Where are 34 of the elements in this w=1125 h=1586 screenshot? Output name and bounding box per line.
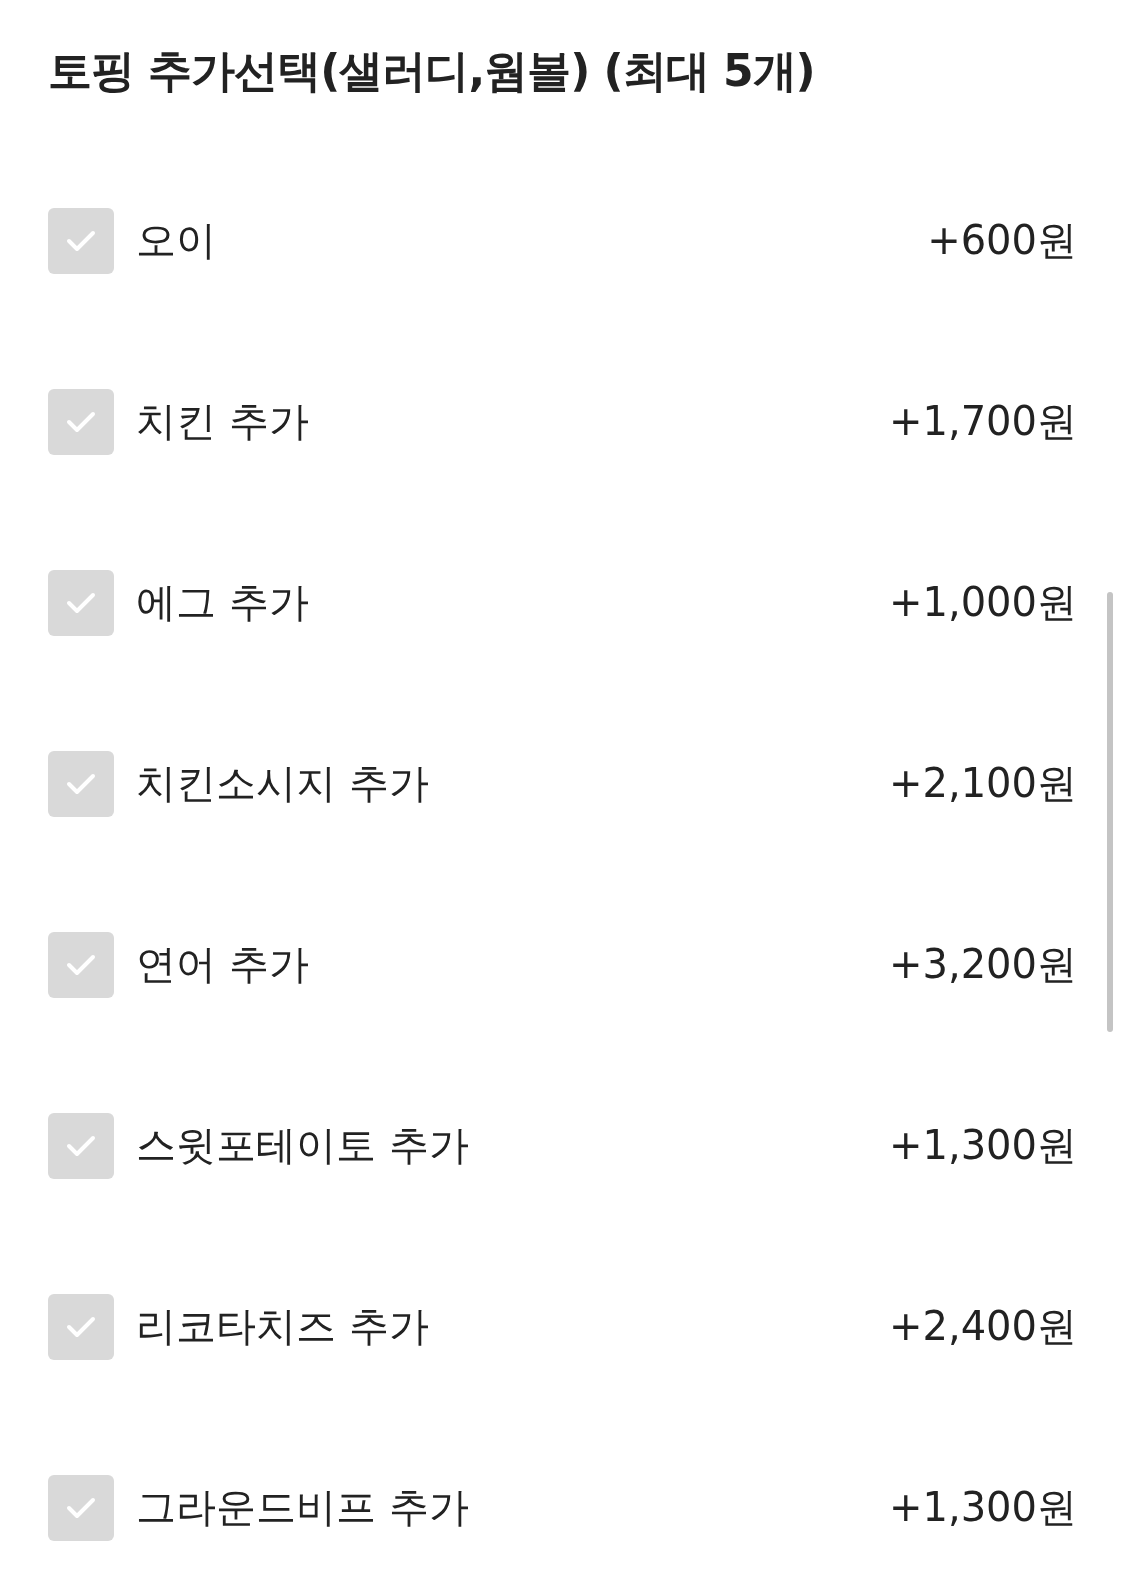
option-price: +1,700원: [888, 397, 1077, 446]
option-price: +3,200원: [888, 940, 1077, 989]
checkbox[interactable]: [48, 931, 114, 998]
checkbox[interactable]: [48, 207, 114, 274]
option-price: +1,300원: [888, 1483, 1077, 1532]
checkbox[interactable]: [48, 750, 114, 817]
option-label: 오이: [136, 216, 217, 265]
check-icon: [65, 1133, 97, 1158]
check-icon: [65, 409, 97, 434]
option-price: +600원: [927, 216, 1077, 265]
option-label: 그라운드비프 추가: [136, 1483, 470, 1532]
option-label: 연어 추가: [136, 940, 310, 989]
check-icon: [65, 590, 97, 615]
option-price: +2,400원: [888, 1302, 1077, 1351]
option-price: +2,100원: [888, 759, 1077, 808]
scrollbar[interactable]: [1107, 592, 1113, 1032]
option-label: 에그 추가: [136, 578, 310, 627]
check-icon: [65, 952, 97, 977]
check-icon: [65, 771, 97, 796]
option-price: +1,300원: [888, 1121, 1077, 1170]
option-label: 치킨소시지 추가: [136, 759, 430, 808]
checkbox[interactable]: [48, 1112, 114, 1179]
option-label: 리코타치즈 추가: [136, 1302, 430, 1351]
section-title: 토핑 추가선택(샐러디,웜볼) (최대 5개): [48, 44, 816, 98]
check-icon: [65, 1495, 97, 1520]
check-icon: [65, 228, 97, 253]
checkbox[interactable]: [48, 569, 114, 636]
option-label: 치킨 추가: [136, 397, 310, 446]
check-icon: [65, 1314, 97, 1339]
option-price: +1,000원: [888, 578, 1077, 627]
checkbox[interactable]: [48, 1293, 114, 1360]
checkbox[interactable]: [48, 1474, 114, 1541]
option-label: 스윗포테이토 추가: [136, 1121, 470, 1170]
checkbox[interactable]: [48, 388, 114, 455]
